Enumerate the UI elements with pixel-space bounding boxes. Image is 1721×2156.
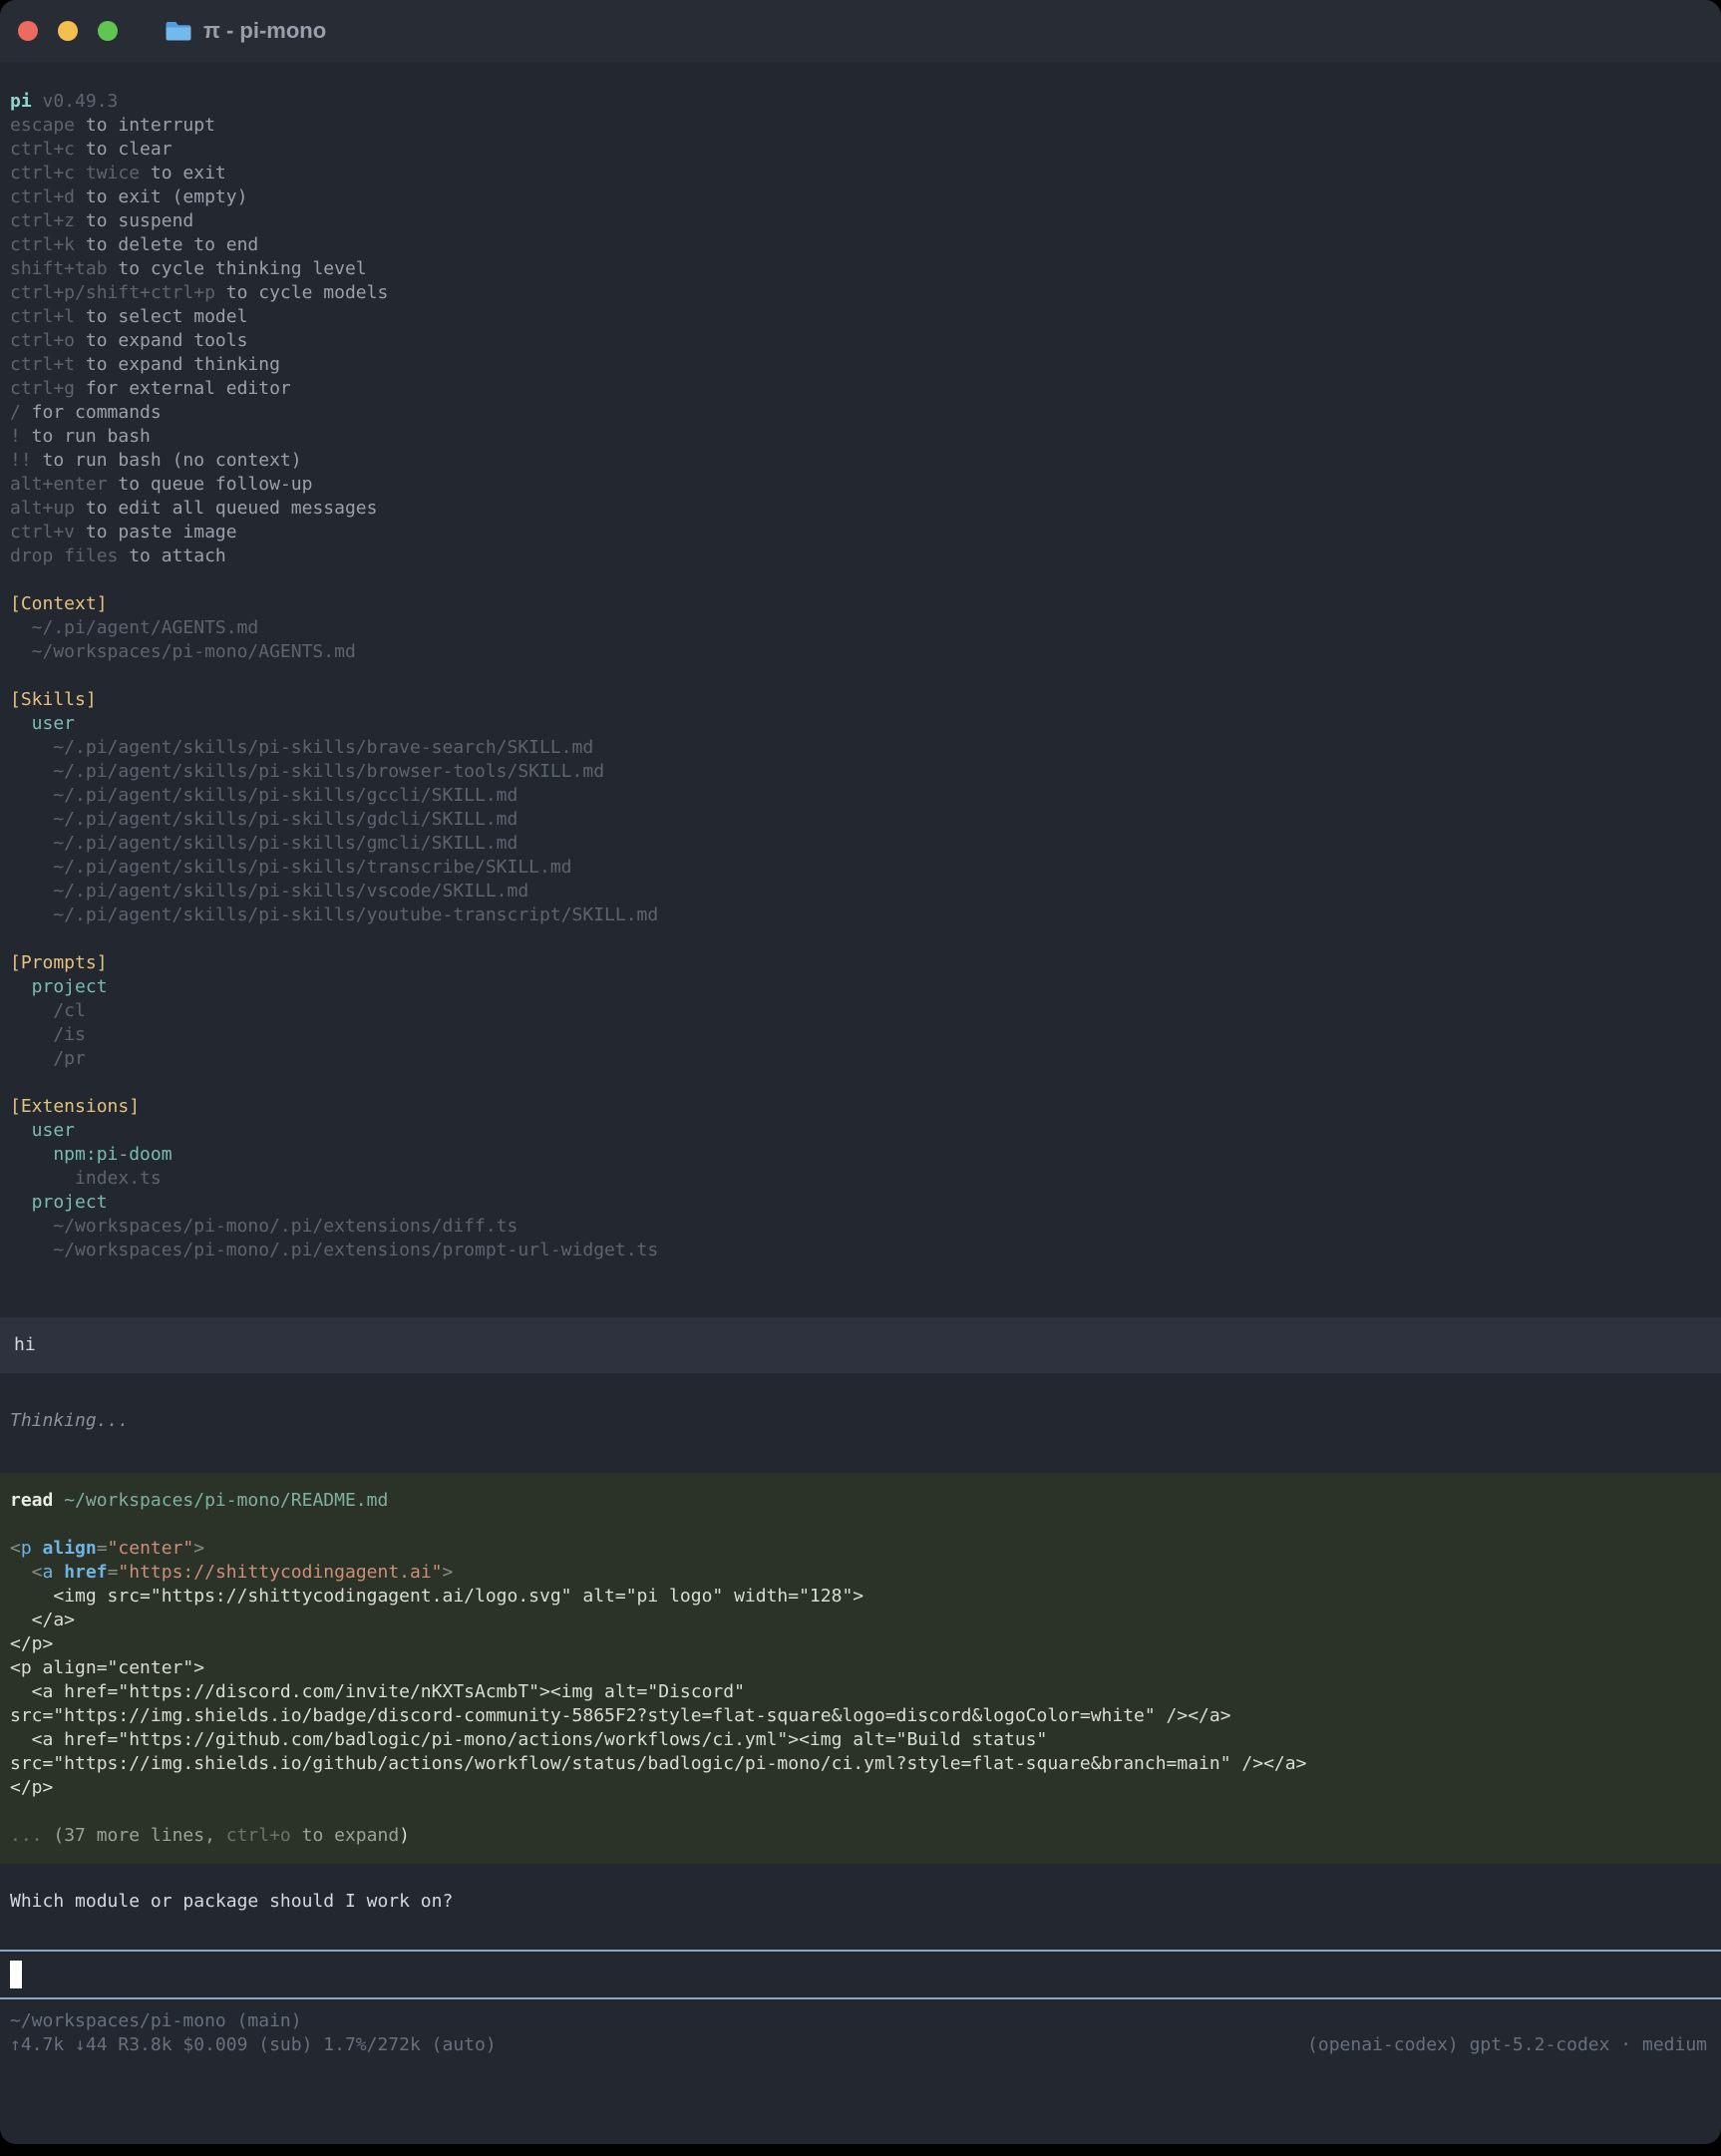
terminal-line: /cl (10, 999, 1711, 1023)
user-message: hi (0, 1317, 1721, 1373)
terminal-line: ctrl+l to select model (10, 305, 1711, 329)
terminal-line: src="https://img.shields.io/badge/discor… (10, 1704, 1711, 1728)
terminal-window: π - pi-mono pi v0.49.3escape to interrup… (0, 0, 1721, 2144)
terminal-line: ~/.pi/agent/skills/pi-skills/transcribe/… (10, 856, 1711, 880)
terminal-line: pi v0.49.3 (10, 90, 1711, 114)
tool-call-read-block: read ~/workspaces/pi-mono/README.md <p a… (0, 1473, 1721, 1864)
terminal-line: <a href="https://github.com/badlogic/pi-… (10, 1728, 1711, 1752)
window-title: π - pi-mono (203, 18, 326, 44)
terminal-line: /is (10, 1023, 1711, 1047)
terminal-line: project (10, 975, 1711, 999)
terminal-line: <a href="https://shittycodingagent.ai"> (10, 1561, 1711, 1585)
terminal-line: npm:pi-doom (10, 1143, 1711, 1167)
statusbar-model: (openai-codex) gpt-5.2-codex · medium (1307, 2033, 1707, 2057)
terminal-line: ~/workspaces/pi-mono/AGENTS.md (10, 640, 1711, 664)
titlebar: π - pi-mono (0, 0, 1721, 62)
terminal-line (10, 1800, 1711, 1824)
terminal-line: ctrl+z to suspend (10, 209, 1711, 233)
traffic-light-zoom-button[interactable] (98, 21, 118, 41)
traffic-light-minimize-button[interactable] (58, 21, 78, 41)
terminal-line (10, 1513, 1711, 1537)
terminal-line: src="https://img.shields.io/github/actio… (10, 1752, 1711, 1776)
terminal-line: </p> (10, 1776, 1711, 1800)
terminal-line: escape to interrupt (10, 114, 1711, 138)
terminal-line: ~/.pi/agent/skills/pi-skills/brave-searc… (10, 736, 1711, 760)
terminal-line: alt+up to edit all queued messages (10, 497, 1711, 521)
terminal-line: ctrl+c to clear (10, 138, 1711, 162)
terminal-line: !! to run bash (no context) (10, 449, 1711, 473)
terminal-line: </a> (10, 1609, 1711, 1632)
text-cursor (10, 1961, 22, 1988)
terminal-line (10, 568, 1711, 592)
terminal-line: ctrl+v to paste image (10, 521, 1711, 544)
terminal-line: ctrl+p/shift+ctrl+p to cycle models (10, 281, 1711, 305)
prompt-input[interactable] (0, 1950, 1721, 1999)
terminal-line: read ~/workspaces/pi-mono/README.md (10, 1489, 1711, 1513)
terminal-line: <p align="center"> (10, 1656, 1711, 1680)
folder-icon (165, 19, 192, 43)
statusbar-cwd: ~/workspaces/pi-mono (main) (10, 2009, 1707, 2033)
terminal-line: ~/.pi/agent/skills/pi-skills/gccli/SKILL… (10, 784, 1711, 808)
terminal-line (10, 927, 1711, 951)
terminal-line: [Skills] (10, 688, 1711, 712)
terminal-line: <img src="https://shittycodingagent.ai/l… (10, 1585, 1711, 1609)
terminal-line: project (10, 1191, 1711, 1215)
terminal-line: [Prompts] (10, 951, 1711, 975)
terminal-content: pi v0.49.3escape to interruptctrl+c to c… (0, 90, 1721, 2057)
terminal-line: ~/.pi/agent/skills/pi-skills/vscode/SKIL… (10, 880, 1711, 903)
terminal-line: ~/.pi/agent/skills/pi-skills/gmcli/SKILL… (10, 832, 1711, 856)
terminal-line: /pr (10, 1047, 1711, 1071)
terminal-line (10, 1071, 1711, 1095)
terminal-line: </p> (10, 1632, 1711, 1656)
terminal-line: <a href="https://discord.com/invite/nKXT… (10, 1680, 1711, 1704)
terminal-line: ctrl+k to delete to end (10, 233, 1711, 257)
terminal-line: ctrl+t to expand thinking (10, 353, 1711, 377)
terminal-line: / for commands (10, 401, 1711, 425)
traffic-light-close-button[interactable] (18, 21, 38, 41)
terminal-line: shift+tab to cycle thinking level (10, 257, 1711, 281)
terminal-line: ~/.pi/agent/skills/pi-skills/browser-too… (10, 760, 1711, 784)
terminal-line: alt+enter to queue follow-up (10, 473, 1711, 497)
terminal-line: [Extensions] (10, 1095, 1711, 1119)
terminal-line: ctrl+d to exit (empty) (10, 185, 1711, 209)
terminal-line: ctrl+c twice to exit (10, 162, 1711, 185)
terminal-line: [Context] (10, 592, 1711, 616)
terminal-line (10, 664, 1711, 688)
terminal-line: drop files to attach (10, 544, 1711, 568)
terminal-line: ~/workspaces/pi-mono/.pi/extensions/prom… (10, 1239, 1711, 1262)
terminal-line: ~/.pi/agent/skills/pi-skills/youtube-tra… (10, 903, 1711, 927)
user-message-text: hi (14, 1333, 1707, 1357)
statusbar: ~/workspaces/pi-mono (main) ↑4.7k ↓44 R3… (0, 1999, 1721, 2057)
terminal-line: ~/workspaces/pi-mono/.pi/extensions/diff… (10, 1215, 1711, 1239)
thinking-indicator: Thinking... (0, 1409, 1721, 1433)
terminal-line: ! to run bash (10, 425, 1711, 449)
terminal-line: index.ts (10, 1167, 1711, 1191)
help-and-context-output: pi v0.49.3escape to interruptctrl+c to c… (0, 90, 1721, 1262)
terminal-line: user (10, 712, 1711, 736)
terminal-line: user (10, 1119, 1711, 1143)
assistant-message: Which module or package should I work on… (0, 1890, 1721, 1914)
terminal-line: ... (37 more lines, ctrl+o to expand) (10, 1824, 1711, 1848)
terminal-line: ctrl+g for external editor (10, 377, 1711, 401)
terminal-line: ~/.pi/agent/AGENTS.md (10, 616, 1711, 640)
terminal-line: ~/.pi/agent/skills/pi-skills/gdcli/SKILL… (10, 808, 1711, 832)
terminal-line: ctrl+o to expand tools (10, 329, 1711, 353)
terminal-line: <p align="center"> (10, 1537, 1711, 1561)
